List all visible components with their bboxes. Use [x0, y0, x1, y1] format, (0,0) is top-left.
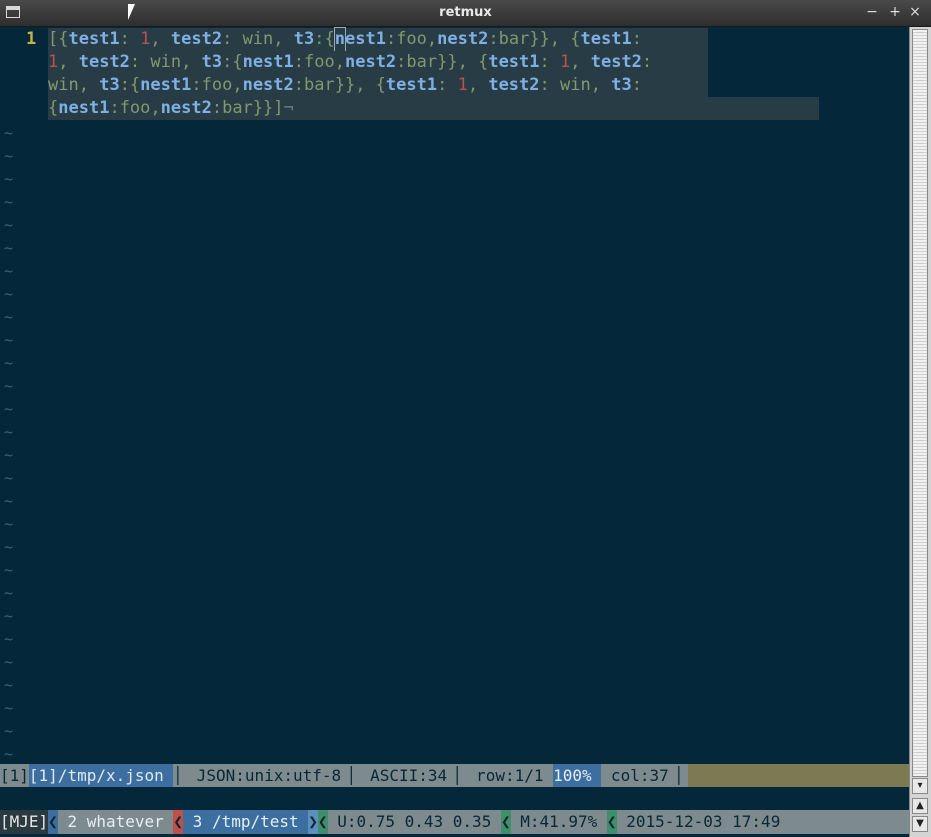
tmux-separator: ❮	[48, 810, 58, 834]
scroll-up-icon[interactable]: ▲	[912, 798, 928, 814]
tmux-separator: ❮	[500, 810, 511, 834]
empty-line-tilde: ~	[4, 193, 14, 211]
newline-marker: ¬	[283, 98, 294, 118]
empty-line-tilde: ~	[4, 653, 14, 671]
empty-line-tilde: ~	[4, 492, 14, 510]
empty-line-tilde: ~	[4, 607, 14, 625]
code-line[interactable]: win, t3:{nest1:foo,nest2:bar}}, {test1: …	[48, 74, 708, 97]
empty-line-tilde: ~	[4, 147, 14, 165]
code-line[interactable]: 1, test2: win, t3:{nest1:foo,nest2:bar}}…	[48, 51, 708, 74]
empty-line-tilde: ~	[4, 515, 14, 533]
tmux-memory: M:41.97%	[510, 810, 607, 834]
status-filler	[688, 764, 909, 787]
status-sep: ▏	[678, 764, 688, 787]
tmux-load-average: U:0.75 0.43 0.35	[327, 810, 501, 834]
status-percent: 100%	[553, 764, 602, 787]
line-number: 1	[26, 29, 37, 49]
tmux-separator: ❯	[308, 810, 318, 834]
tmux-separator: ❮	[173, 810, 184, 834]
empty-line-tilde: ~	[4, 262, 14, 280]
empty-line-tilde: ~	[4, 538, 14, 556]
empty-line-tilde: ~	[4, 423, 14, 441]
empty-line-tilde: ~	[4, 446, 14, 464]
terminal-window: retmux − + × 1 [{test1: 1, test2: win, t…	[0, 0, 931, 837]
vim-editor[interactable]: 1 [{test1: 1, test2: win, t3:{nest1:foo,…	[0, 27, 909, 837]
tmux-datetime: 2015-12-03 17:49	[616, 810, 909, 834]
mouse-pointer-icon	[128, 4, 135, 20]
status-sep: ▏	[350, 764, 361, 787]
vim-statusline: [1][1]/tmp/x.json ▏ JSON:unix:utf-8 ▏ AS…	[0, 764, 909, 787]
status-row: row:1/1	[466, 764, 554, 787]
empty-line-tilde: ~	[4, 699, 14, 717]
empty-line-tilde: ~	[4, 400, 14, 418]
tmux-window-2[interactable]: 2 whatever	[57, 810, 174, 834]
status-col: col:37	[601, 764, 679, 787]
empty-line-tilde: ~	[4, 722, 14, 740]
empty-line-tilde: ~	[4, 170, 14, 188]
code-line[interactable]: [{test1: 1, test2: win, t3:{nest1:foo,ne…	[48, 27, 708, 52]
empty-line-tilde: ~	[4, 216, 14, 234]
tmux-status-bar: [MJE] ❮ 2 whatever ❮ 3 /tmp/test ❯ ❮ U:0…	[0, 810, 909, 834]
empty-line-tilde: ~	[4, 584, 14, 602]
scrollbar[interactable]: ▾ ▲ ▼	[909, 27, 931, 837]
tmux-separator: ❮	[606, 810, 617, 834]
scrollbar-thumb[interactable]	[912, 29, 928, 777]
status-sep: ▏	[177, 764, 188, 787]
tmux-session[interactable]: [MJE]	[0, 810, 49, 834]
buffer-name: [1][1]/tmp/x.json	[0, 764, 174, 787]
status-filetype: JSON:unix:utf-8	[187, 764, 351, 787]
close-button[interactable]: ×	[907, 4, 923, 20]
empty-line-tilde: ~	[4, 124, 14, 142]
scroll-down-icon[interactable]: ▼	[912, 816, 928, 832]
empty-line-tilde: ~	[4, 676, 14, 694]
empty-line-tilde: ~	[4, 354, 14, 372]
tmux-separator: ❮	[317, 810, 328, 834]
scroll-marker-icon[interactable]: ▾	[912, 778, 928, 794]
empty-line-tilde: ~	[4, 377, 14, 395]
empty-line-tilde: ~	[4, 308, 14, 326]
maximize-button[interactable]: +	[887, 4, 903, 20]
code-line[interactable]: {nest1:foo,nest2:bar}}]¬	[48, 97, 819, 120]
empty-line-tilde: ~	[4, 285, 14, 303]
status-ascii: ASCII:34	[360, 764, 457, 787]
minimize-button[interactable]: −	[864, 4, 880, 20]
empty-line-tilde: ~	[4, 561, 14, 579]
empty-line-tilde: ~	[4, 745, 14, 763]
status-sep: ▏	[456, 764, 467, 787]
tmux-window-3[interactable]: 3 /tmp/test	[183, 810, 309, 834]
empty-line-tilde: ~	[4, 630, 14, 648]
title-bar[interactable]: retmux − + ×	[0, 0, 931, 27]
window-title: retmux	[439, 5, 492, 20]
empty-line-tilde: ~	[4, 331, 14, 349]
empty-line-tilde: ~	[4, 469, 14, 487]
empty-line-tilde: ~	[4, 239, 14, 257]
